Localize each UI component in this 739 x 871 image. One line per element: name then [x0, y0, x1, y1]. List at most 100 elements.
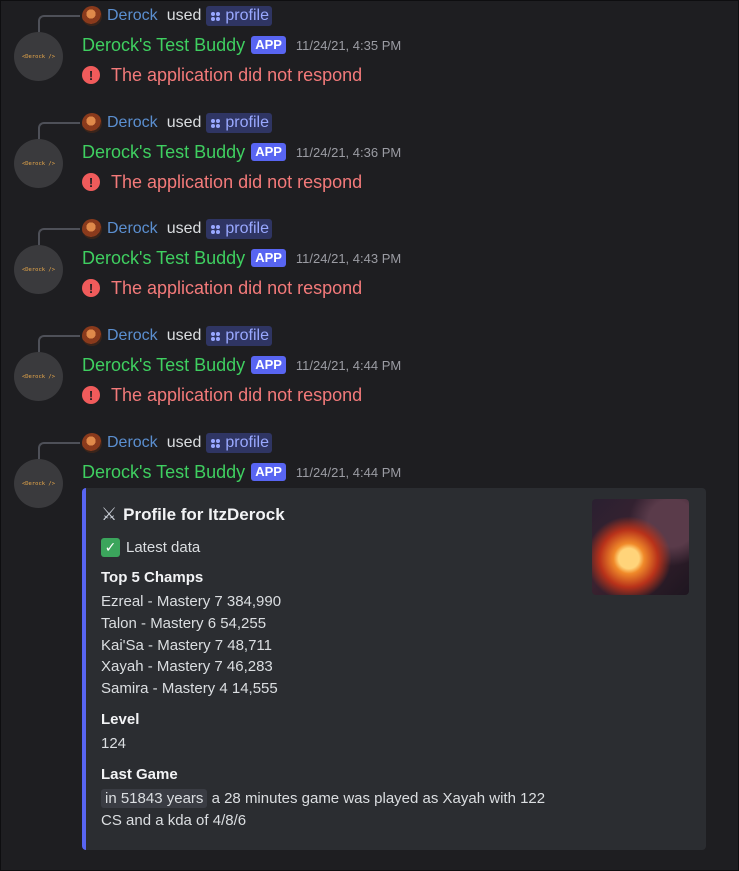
- interaction-reference[interactable]: Derock used profile: [82, 6, 272, 26]
- avatar-text: <Derock />: [21, 160, 56, 167]
- command-mention[interactable]: profile: [206, 219, 272, 239]
- app-badge: APP: [251, 36, 286, 54]
- bot-avatar[interactable]: <Derock />: [14, 352, 63, 401]
- level-heading: Level: [101, 711, 140, 728]
- interaction-reference[interactable]: Derock used profile: [82, 113, 272, 133]
- timestamp[interactable]: 11/24/21, 4:44 PM: [296, 465, 401, 480]
- app-badge: APP: [251, 143, 286, 161]
- command-dots-icon: [211, 118, 221, 128]
- message-header: Derock's Test Buddy APP 11/24/21, 4:36 P…: [82, 139, 401, 165]
- command-mention[interactable]: profile: [206, 113, 272, 133]
- reply-connector: [38, 15, 80, 32]
- error-message: ! The application did not respond: [82, 171, 362, 193]
- embed-thumbnail[interactable]: [592, 499, 689, 595]
- bot-avatar[interactable]: <Derock />: [14, 139, 63, 188]
- interaction-reference[interactable]: Derock used profile: [82, 326, 272, 346]
- relative-timestamp[interactable]: in 51843 years: [101, 789, 208, 808]
- reply-used-text: used: [166, 327, 202, 344]
- message-header: Derock's Test Buddy APP 11/24/21, 4:43 P…: [82, 245, 401, 271]
- bot-avatar[interactable]: <Derock />: [14, 245, 63, 294]
- reply-used-text: used: [166, 434, 202, 451]
- champ-line: Samira - Mastery 4 14,555: [101, 680, 278, 697]
- user-mini-avatar[interactable]: [82, 113, 102, 133]
- timestamp[interactable]: 11/24/21, 4:43 PM: [296, 251, 401, 266]
- champ-line: Ezreal - Mastery 7 384,990: [101, 593, 282, 610]
- level-value: 124: [101, 735, 127, 752]
- embed-status-text: Latest data: [126, 539, 201, 556]
- reply-used-text: used: [166, 220, 202, 237]
- reply-connector: [38, 442, 80, 459]
- avatar-text: <Derock />: [21, 480, 56, 487]
- reply-connector: [38, 228, 80, 245]
- reply-connector: [38, 335, 80, 352]
- champ-line: Kai'Sa - Mastery 7 48,711: [101, 637, 273, 654]
- interaction-reference[interactable]: Derock used profile: [82, 219, 272, 239]
- bot-avatar[interactable]: <Derock />: [14, 459, 63, 508]
- command-name: profile: [225, 7, 269, 24]
- command-name: profile: [225, 220, 269, 237]
- champ-line: Talon - Mastery 6 54,255: [101, 615, 267, 632]
- message: Derock used profile <Derock /> Derock's …: [0, 107, 739, 197]
- user-mini-avatar[interactable]: [82, 326, 102, 346]
- error-text: The application did not respond: [111, 384, 363, 405]
- crossed-swords-icon: ⚔: [101, 504, 118, 524]
- message-header: Derock's Test Buddy APP 11/24/21, 4:35 P…: [82, 32, 401, 58]
- command-dots-icon: [211, 224, 221, 234]
- reply-username[interactable]: Derock: [107, 220, 158, 238]
- message-header: Derock's Test Buddy APP 11/24/21, 4:44 P…: [82, 352, 401, 378]
- bot-name[interactable]: Derock's Test Buddy: [82, 248, 245, 269]
- message: Derock used profile <Derock /> Derock's …: [0, 0, 739, 90]
- bot-name[interactable]: Derock's Test Buddy: [82, 462, 245, 483]
- timestamp[interactable]: 11/24/21, 4:35 PM: [296, 38, 401, 53]
- error-message: ! The application did not respond: [82, 384, 362, 406]
- message: Derock used profile <Derock /> Derock's …: [0, 213, 739, 303]
- command-mention[interactable]: profile: [206, 326, 272, 346]
- command-dots-icon: [211, 438, 221, 448]
- avatar-text: <Derock />: [21, 266, 56, 273]
- reply-username[interactable]: Derock: [107, 7, 158, 25]
- reply-username[interactable]: Derock: [107, 114, 158, 132]
- error-message: ! The application did not respond: [82, 277, 362, 299]
- reply-used-text: used: [166, 7, 202, 24]
- champ-line: Xayah - Mastery 7 46,283: [101, 658, 273, 675]
- command-mention[interactable]: profile: [206, 433, 272, 453]
- reply-username[interactable]: Derock: [107, 434, 158, 452]
- error-circle-icon: !: [82, 66, 100, 84]
- interaction-reference[interactable]: Derock used profile: [82, 433, 272, 453]
- champs-heading: Top 5 Champs: [101, 569, 204, 586]
- user-mini-avatar[interactable]: [82, 6, 102, 26]
- error-text: The application did not respond: [111, 64, 363, 85]
- bot-name[interactable]: Derock's Test Buddy: [82, 355, 245, 376]
- error-text: The application did not respond: [111, 277, 363, 298]
- command-dots-icon: [211, 331, 221, 341]
- error-circle-icon: !: [82, 173, 100, 191]
- reply-username[interactable]: Derock: [107, 327, 158, 345]
- timestamp[interactable]: 11/24/21, 4:36 PM: [296, 145, 401, 160]
- last-game-line-2: CS and a kda of 4/8/6: [101, 812, 247, 829]
- command-name: profile: [225, 434, 269, 451]
- app-badge: APP: [251, 356, 286, 374]
- bot-name[interactable]: Derock's Test Buddy: [82, 142, 245, 163]
- command-name: profile: [225, 114, 269, 131]
- error-message: ! The application did not respond: [82, 64, 362, 86]
- app-badge: APP: [251, 463, 286, 481]
- error-circle-icon: !: [82, 386, 100, 404]
- last-game-text: a 28 minutes game was played as Xayah wi…: [211, 790, 546, 807]
- command-name: profile: [225, 327, 269, 344]
- bot-name[interactable]: Derock's Test Buddy: [82, 35, 245, 56]
- command-mention[interactable]: profile: [206, 6, 272, 26]
- timestamp[interactable]: 11/24/21, 4:44 PM: [296, 358, 401, 373]
- embed-title: ⚔ Profile for ItzDerock: [101, 504, 285, 525]
- app-badge: APP: [251, 249, 286, 267]
- avatar-text: <Derock />: [21, 53, 56, 60]
- embed-title-text: Profile for ItzDerock: [123, 504, 285, 524]
- reply-connector: [38, 122, 80, 139]
- check-mark-icon: ✓: [101, 538, 120, 557]
- user-mini-avatar[interactable]: [82, 219, 102, 239]
- embed-status: ✓ Latest data: [101, 538, 200, 557]
- message: Derock used profile <Derock /> Derock's …: [0, 320, 739, 410]
- last-game-heading: Last Game: [101, 766, 178, 783]
- bot-avatar[interactable]: <Derock />: [14, 32, 63, 81]
- user-mini-avatar[interactable]: [82, 433, 102, 453]
- profile-embed: ⚔ Profile for ItzDerock ✓ Latest data To…: [82, 488, 706, 850]
